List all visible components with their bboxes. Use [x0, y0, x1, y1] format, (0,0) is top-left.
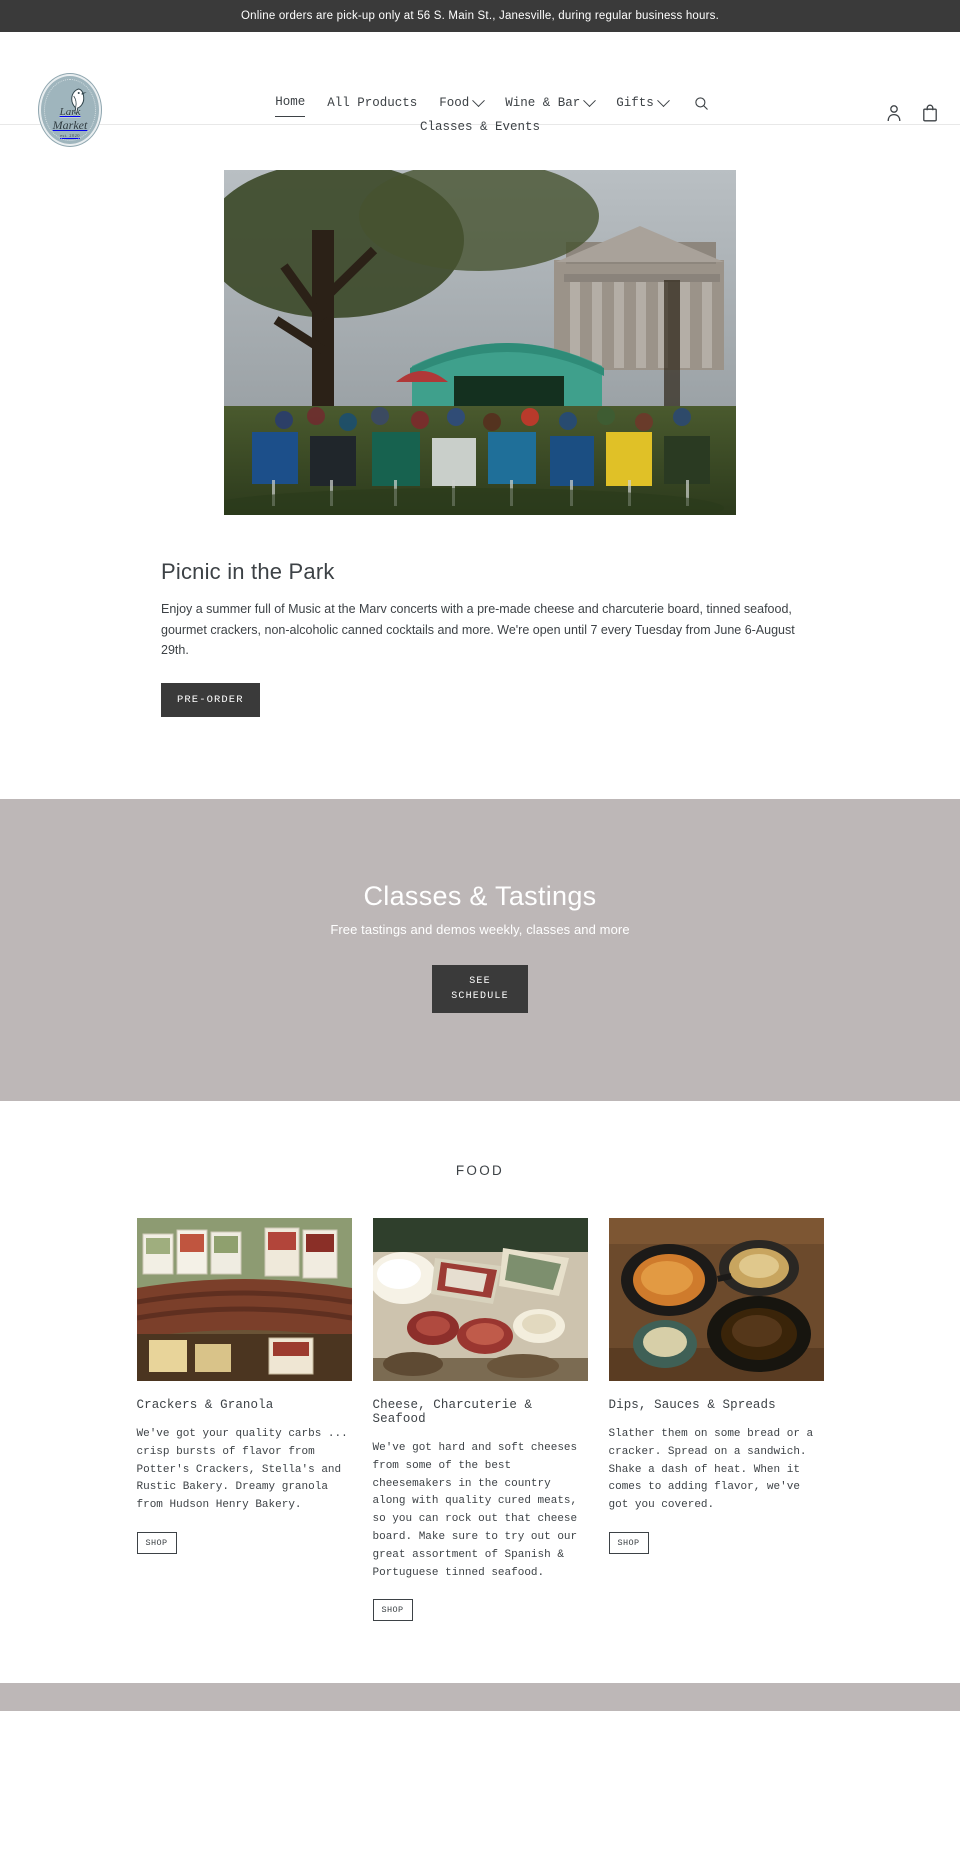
chevron-down-icon	[472, 93, 486, 107]
picnic-in-the-park-photo	[224, 170, 736, 515]
nav-second-row: Classes & Events	[274, 114, 710, 140]
product-card-description: We've got hard and soft cheeses from som…	[372, 1441, 578, 1579]
nav-item-all-products-label: All Products	[327, 96, 418, 110]
pre-order-button[interactable]: PRE-ORDER	[161, 682, 260, 717]
shop-button[interactable]: SHOP	[136, 1531, 177, 1554]
feature-image	[224, 170, 736, 515]
see-schedule-line-1: SEE	[469, 975, 491, 987]
search-icon	[695, 96, 708, 110]
feature-section: Picnic in the Park Enjoy a summer full o…	[0, 125, 960, 717]
page-bottom-strip	[0, 1683, 960, 1712]
product-card-title: Dips, Sauces & Spreads	[608, 1397, 776, 1412]
nav-item-classes-and-events[interactable]: Classes & Events	[420, 114, 540, 140]
nav-item-food-label: Food	[439, 96, 470, 110]
nav-item-wine-and-bar-label: Wine & Bar	[505, 96, 581, 110]
nav-item-food[interactable]: Food	[439, 90, 486, 116]
search-button[interactable]	[690, 96, 709, 111]
product-card-title: Cheese, Charcuterie & Seafood	[372, 1397, 533, 1426]
banner-subtitle: Free tastings and demos weekly, classes …	[330, 921, 630, 937]
product-card-description: Slather them on some bread or a cracker.…	[608, 1427, 814, 1512]
crackers-and-granola-image[interactable]	[136, 1217, 352, 1381]
cart-link[interactable]	[922, 104, 938, 122]
shop-button[interactable]: SHOP	[608, 1531, 649, 1554]
dips-skillets-photo	[608, 1217, 824, 1381]
cheese-charcuterie-seafood-image[interactable]	[372, 1217, 588, 1381]
feature-title: Picnic in the Park	[161, 559, 335, 584]
header-utility-icons	[886, 104, 938, 122]
announcement-text: Online orders are pick-up only at 56 S. …	[241, 10, 719, 22]
nav-item-gifts-label: Gifts	[616, 96, 654, 110]
food-section-title: FOOD	[455, 1162, 505, 1178]
feature-body: Picnic in the Park Enjoy a summer full o…	[80, 515, 880, 717]
product-card: Dips, Sauces & Spreads Slather them on s…	[608, 1217, 824, 1554]
product-card: Crackers & Granola We've got your qualit…	[136, 1217, 352, 1554]
nav-item-home-label: Home	[275, 89, 306, 117]
announcement-bar: Online orders are pick-up only at 56 S. …	[0, 0, 960, 32]
chevron-down-icon	[583, 93, 597, 107]
site-logo[interactable]: Lark Market est. 2020	[39, 74, 101, 146]
food-section: FOOD Crackers & Granola We've got your q…	[0, 1100, 960, 1712]
chevron-down-icon	[656, 93, 670, 107]
nav-item-all-products[interactable]: All Products	[327, 90, 417, 116]
banner-title: Classes & Tastings	[363, 880, 597, 911]
dips-sauces-spreads-image[interactable]	[608, 1217, 824, 1381]
lark-bird-icon	[71, 88, 87, 114]
product-card: Cheese, Charcuterie & Seafood We've got …	[372, 1217, 588, 1622]
see-schedule-button[interactable]: SEE SCHEDULE	[432, 964, 528, 1013]
nav-item-classes-and-events-label: Classes & Events	[419, 120, 541, 134]
food-card-list: Crackers & Granola We've got your qualit…	[0, 1217, 960, 1622]
crackers-basket-photo	[136, 1217, 352, 1381]
nav-item-gifts[interactable]: Gifts	[616, 90, 670, 116]
product-card-description: We've got your quality carbs ... crisp b…	[136, 1427, 348, 1512]
logo-badge: Lark Market est. 2020	[39, 74, 101, 146]
nav-item-wine-and-bar[interactable]: Wine & Bar	[505, 90, 597, 116]
shop-button[interactable]: SHOP	[372, 1599, 413, 1622]
charcuterie-board-photo	[372, 1217, 588, 1381]
see-schedule-line-2: SCHEDULE	[451, 990, 509, 1002]
main-navigation: Home All Products Food Wine & Bar Gifts …	[250, 89, 710, 140]
shopping-bag-icon	[923, 104, 937, 122]
feature-description: Enjoy a summer full of Music at the Marv…	[161, 602, 795, 658]
classes-and-tastings-banner: Classes & Tastings Free tastings and dem…	[0, 798, 960, 1101]
site-header: Lark Market est. 2020 Home All Products …	[0, 32, 960, 146]
nav-item-home[interactable]: Home	[275, 89, 306, 117]
account-link[interactable]	[886, 104, 902, 122]
product-card-title: Crackers & Granola	[136, 1397, 274, 1412]
account-person-icon	[887, 105, 901, 122]
